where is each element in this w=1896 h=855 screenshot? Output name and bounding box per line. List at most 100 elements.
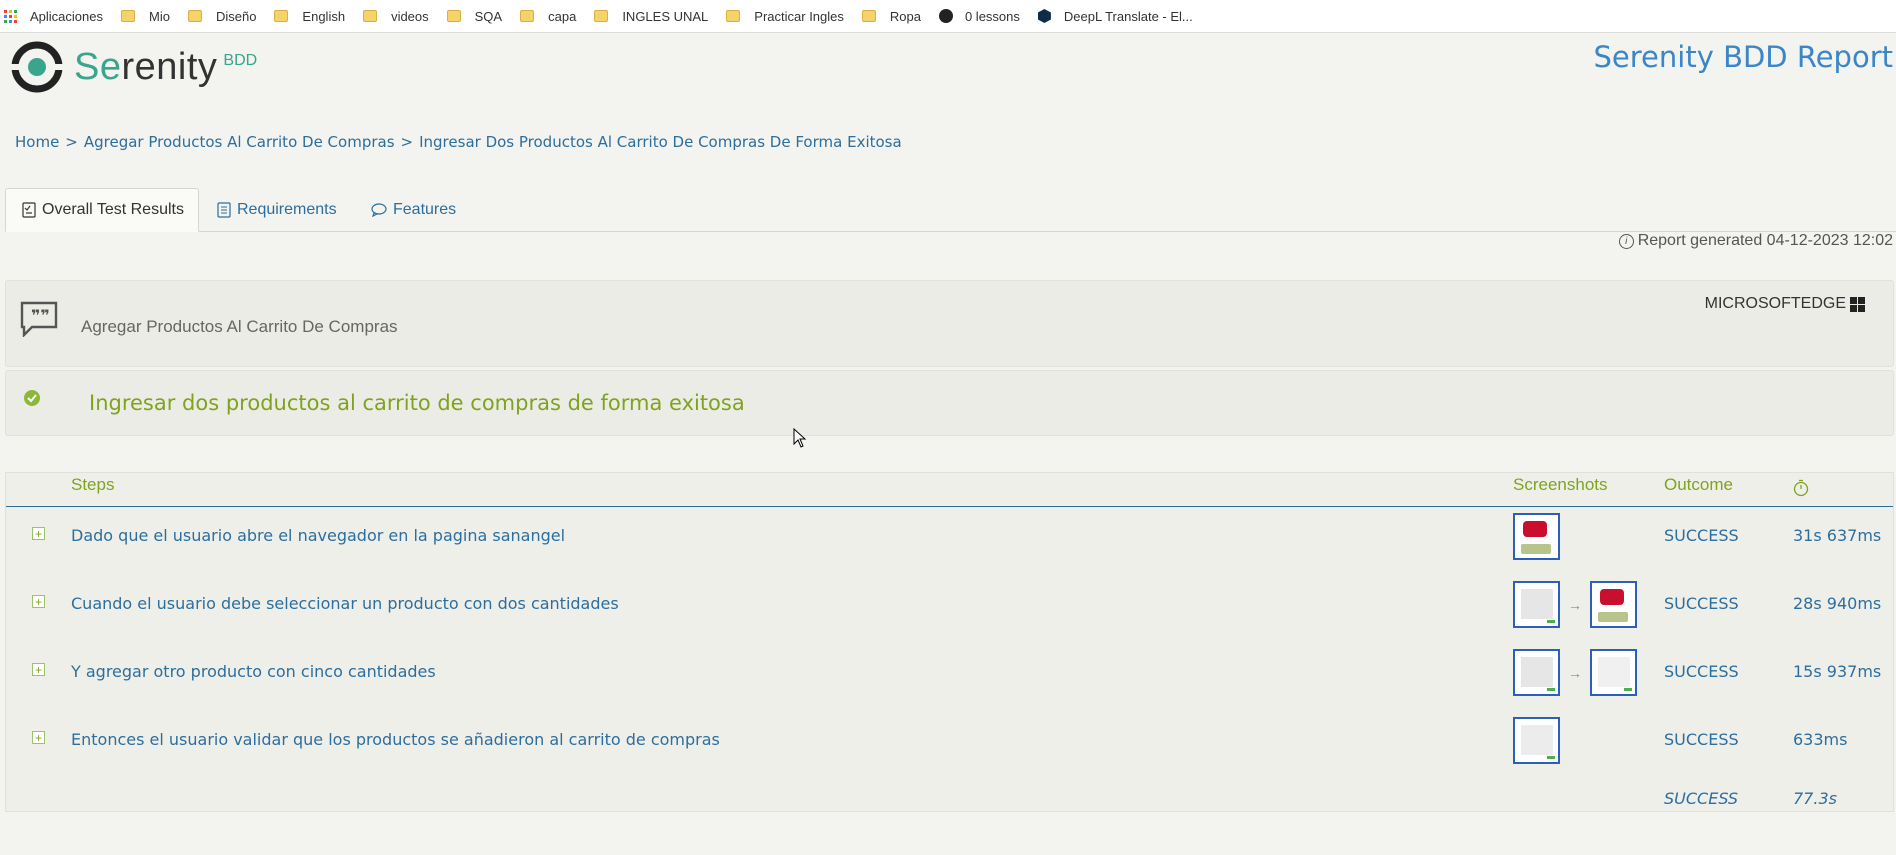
step-outcome: SUCCESS bbox=[1664, 526, 1739, 545]
tab-label: Features bbox=[393, 200, 457, 218]
folder-icon bbox=[861, 10, 876, 22]
report-generated-text: Report generated 04-12-2023 12:02 bbox=[1637, 232, 1893, 249]
browser-name: MICROSOFTEDGE bbox=[1704, 295, 1846, 312]
breadcrumb: Home > Agregar Productos Al Carrito De Com… bbox=[15, 133, 902, 151]
screenshot-thumbnail[interactable] bbox=[1513, 717, 1560, 764]
logo-text: Serenity bbox=[74, 45, 218, 88]
step-row: + Y agregar otro producto con cinco cant… bbox=[6, 643, 1893, 703]
windows-icon bbox=[1850, 296, 1865, 312]
header-steps: Steps bbox=[71, 475, 115, 494]
header-outcome: Outcome bbox=[1664, 475, 1733, 494]
screenshot-thumbnail[interactable] bbox=[1590, 581, 1637, 628]
scenario-panel: Ingresar dos productos al carrito de com… bbox=[5, 370, 1894, 436]
folder-icon bbox=[446, 10, 461, 22]
report-generated: i Report generated 04-12-2023 12:02 bbox=[1618, 232, 1893, 250]
comment-icon bbox=[371, 202, 387, 217]
breadcrumb-separator: > bbox=[400, 133, 414, 151]
bookmark-sqa[interactable]: SQA bbox=[446, 8, 503, 24]
list-icon bbox=[217, 201, 231, 218]
bookmark-diseno[interactable]: Diseño bbox=[187, 8, 257, 24]
bookmark-videos[interactable]: videos bbox=[363, 9, 429, 24]
bookmark-label: Mio bbox=[149, 8, 170, 24]
bookmark-label: Aplicaciones bbox=[30, 8, 103, 24]
success-check-icon bbox=[24, 390, 40, 406]
bookmark-label: Diseño bbox=[215, 8, 257, 24]
step-description[interactable]: Dado que el usuario abre el navegador en… bbox=[71, 526, 565, 545]
header-screenshots: Screenshots bbox=[1513, 475, 1608, 494]
bookmark-label: DeepL Translate - El... bbox=[1063, 8, 1193, 24]
arrow-icon: → bbox=[1568, 664, 1582, 681]
serenity-logo-icon bbox=[10, 41, 64, 93]
screenshot-thumbnail[interactable] bbox=[1513, 581, 1560, 628]
bookmarks-bar: Aplicaciones Mio Diseño English videos S… bbox=[0, 0, 1896, 33]
globe-icon bbox=[938, 9, 953, 23]
bookmark-english[interactable]: English bbox=[274, 9, 345, 24]
mouse-cursor-icon bbox=[793, 428, 807, 448]
folder-icon bbox=[520, 10, 535, 22]
breadcrumb-separator: > bbox=[65, 133, 78, 151]
bookmark-ropa[interactable]: Ropa bbox=[861, 8, 921, 24]
step-outcome: SUCCESS bbox=[1664, 662, 1739, 681]
step-row: + Cuando el usuario debe seleccionar un … bbox=[6, 575, 1893, 635]
bookmark-mio[interactable]: Mio bbox=[121, 9, 170, 24]
total-duration: 77.3s bbox=[1793, 789, 1837, 808]
folder-icon bbox=[187, 10, 202, 22]
arrow-icon: → bbox=[1568, 596, 1582, 613]
screenshots bbox=[1513, 513, 1560, 560]
folder-icon bbox=[363, 10, 378, 22]
browser-label: MICROSOFTEDGE bbox=[1705, 295, 1865, 313]
steps-table: Steps Screenshots Outcome + Dado que el … bbox=[5, 472, 1894, 812]
bookmark-label: Ropa bbox=[889, 8, 921, 24]
svg-text:❞❞: ❞❞ bbox=[31, 306, 50, 325]
feature-panel: ❞❞ Agregar Productos Al Carrito De Compr… bbox=[5, 280, 1894, 367]
screenshot-thumbnail[interactable] bbox=[1513, 649, 1560, 696]
step-duration: 31s 637ms bbox=[1793, 526, 1882, 545]
screenshot-thumbnail[interactable] bbox=[1590, 649, 1637, 696]
folder-icon bbox=[121, 10, 135, 22]
step-description[interactable]: Cuando el usuario debe seleccionar un pr… bbox=[71, 594, 619, 613]
steps-table-header: Steps Screenshots Outcome bbox=[6, 473, 1893, 507]
bookmark-label: English bbox=[302, 8, 346, 24]
tab-bar: Overall Test Results Requirements Featur… bbox=[5, 188, 1896, 232]
tab-label: Overall Test Results bbox=[42, 201, 184, 218]
apps-icon bbox=[4, 9, 17, 23]
scenario-title: Ingresar dos productos al carrito de com… bbox=[89, 391, 745, 415]
expand-icon[interactable]: + bbox=[32, 663, 45, 676]
expand-icon[interactable]: + bbox=[32, 595, 45, 608]
breadcrumb-home[interactable]: Home bbox=[15, 133, 59, 151]
bookmark-ingles-unal[interactable]: INGLES UNAL bbox=[594, 9, 708, 24]
stopwatch-icon bbox=[1793, 479, 1809, 497]
tab-overall-test-results[interactable]: Overall Test Results bbox=[5, 188, 199, 232]
bookmark-label: SQA bbox=[474, 8, 503, 24]
report-title: Serenity BDD Report bbox=[1593, 40, 1893, 74]
info-icon: i bbox=[1618, 233, 1634, 249]
step-duration: 633ms bbox=[1793, 730, 1848, 749]
serenity-logo[interactable]: Serenity BDD bbox=[10, 40, 257, 94]
bookmark-label: Practicar Ingles bbox=[754, 8, 844, 24]
bookmark-deepl[interactable]: DeepL Translate - El... bbox=[1037, 8, 1193, 24]
bookmark-label: INGLES UNAL bbox=[622, 8, 709, 24]
step-description[interactable]: Y agregar otro producto con cinco cantid… bbox=[71, 662, 436, 681]
breadcrumb-scenario[interactable]: Ingresar Dos Productos Al Carrito De Com… bbox=[419, 133, 902, 151]
tab-requirements[interactable]: Requirements bbox=[217, 188, 337, 231]
breadcrumb-feature[interactable]: Agregar Productos Al Carrito De Compras bbox=[84, 133, 395, 151]
step-duration: 15s 937ms bbox=[1793, 662, 1882, 681]
deepl-icon bbox=[1037, 9, 1051, 23]
screenshots bbox=[1513, 717, 1560, 764]
bookmark-capa[interactable]: capa bbox=[520, 9, 576, 24]
tab-features[interactable]: Features bbox=[371, 188, 456, 231]
bookmark-practicar-ingles[interactable]: Practicar Ingles bbox=[726, 9, 844, 24]
bookmark-label: capa bbox=[548, 8, 577, 24]
tab-label: Requirements bbox=[237, 200, 337, 218]
total-outcome: SUCCESS bbox=[1664, 789, 1739, 808]
bookmark-label: 0 lessons bbox=[964, 8, 1020, 24]
bookmark-aplicaciones[interactable]: Aplicaciones bbox=[4, 9, 103, 24]
expand-icon[interactable]: + bbox=[32, 527, 45, 540]
expand-icon[interactable]: + bbox=[32, 731, 45, 744]
bookmark-0-lessons[interactable]: 0 lessons bbox=[938, 8, 1020, 24]
checklist-icon bbox=[22, 202, 36, 218]
step-description[interactable]: Entonces el usuario validar que los prod… bbox=[71, 730, 720, 749]
step-duration: 28s 940ms bbox=[1793, 594, 1882, 613]
folder-icon bbox=[594, 10, 609, 22]
screenshot-thumbnail[interactable] bbox=[1513, 513, 1560, 560]
